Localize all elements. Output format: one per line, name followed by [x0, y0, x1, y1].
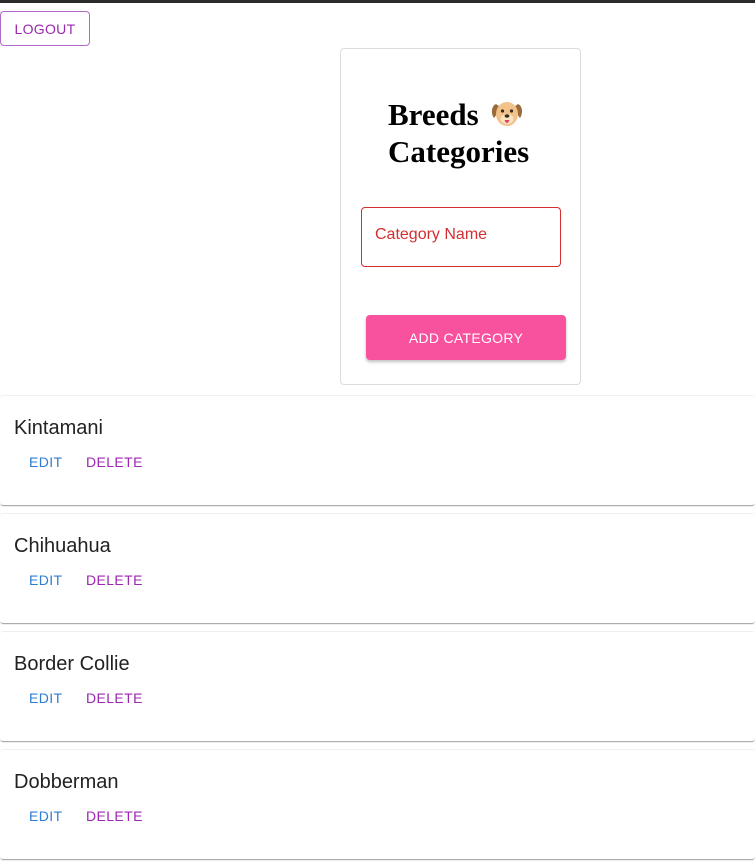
- edit-button[interactable]: EDIT: [29, 572, 63, 588]
- category-name: Border Collie: [14, 653, 130, 675]
- delete-button[interactable]: DELETE: [86, 690, 143, 706]
- category-list: Kintamani EDIT DELETE Chihuahua EDIT DEL…: [0, 395, 755, 867]
- page-title: Breeds Categories: [388, 96, 529, 170]
- edit-button[interactable]: EDIT: [29, 690, 63, 706]
- edit-button[interactable]: EDIT: [29, 808, 63, 824]
- title-line-2: Categories: [388, 134, 530, 169]
- list-item: Dobberman EDIT DELETE: [0, 749, 755, 859]
- delete-button[interactable]: DELETE: [86, 454, 143, 470]
- list-item: Chihuahua EDIT DELETE: [0, 513, 755, 623]
- dog-face-icon: [492, 102, 523, 126]
- category-name: Dobberman: [14, 771, 119, 793]
- add-category-card: Breeds Categories Category Name ADD CATE…: [340, 48, 581, 385]
- category-name-input[interactable]: [362, 208, 560, 266]
- add-category-button[interactable]: ADD CATEGORY: [366, 315, 566, 360]
- category-name: Kintamani: [14, 417, 103, 439]
- category-name: Chihuahua: [14, 535, 111, 557]
- edit-button[interactable]: EDIT: [29, 454, 63, 470]
- delete-button[interactable]: DELETE: [86, 808, 143, 824]
- title-line-1: Breeds: [388, 97, 479, 132]
- category-name-field[interactable]: Category Name: [361, 207, 561, 267]
- list-item: Kintamani EDIT DELETE: [0, 395, 755, 505]
- delete-button[interactable]: DELETE: [86, 572, 143, 588]
- top-app-bar: [0, 0, 755, 3]
- list-item: Border Collie EDIT DELETE: [0, 631, 755, 741]
- logout-button[interactable]: LOGOUT: [0, 11, 90, 46]
